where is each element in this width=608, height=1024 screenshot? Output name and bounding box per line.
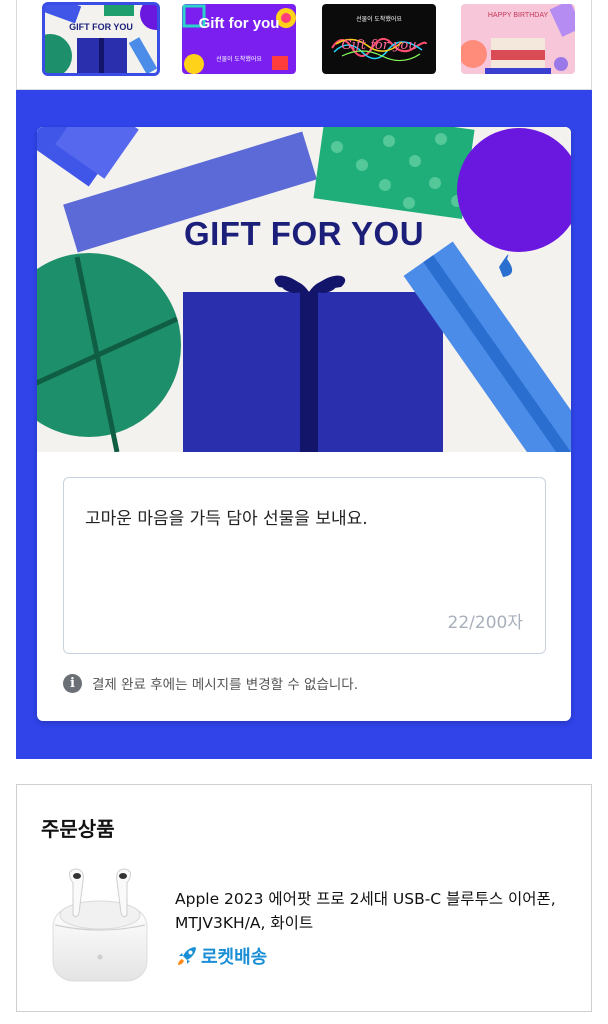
message-input[interactable]: 고마운 마음을 가득 담아 선물을 보내요. 22/200자 xyxy=(63,477,546,654)
gift-illustration xyxy=(37,127,571,452)
delivery-badge-label: 로켓배송 xyxy=(201,947,268,968)
message-text: 고마운 마음을 가득 담아 선물을 보내요. xyxy=(85,509,368,529)
char-counter: 22/200자 xyxy=(447,613,523,633)
product-image xyxy=(45,863,155,991)
card-design-picker: GIFT FOR YOU Gift for you 선물이 도착했어요 선물이 … xyxy=(16,0,592,90)
card-design-happy-birthday[interactable]: HAPPY BIRTHDAY xyxy=(461,4,575,74)
message-card: GIFT FOR YOU 고마운 마음을 가득 담아 선물을 보내요. 22/2… xyxy=(37,127,571,721)
card-design-gift-for-you[interactable]: GIFT FOR YOU xyxy=(42,2,160,76)
order-section-title: 주문상품 xyxy=(41,817,115,841)
card-design-label: GIFT FOR YOU xyxy=(69,22,133,32)
card-design-gift-for-you-art xyxy=(44,4,158,74)
notice-text: 결제 완료 후에는 메시지를 변경할 수 없습니다. xyxy=(92,677,359,693)
card-design-sublabel: 선물이 도착했어요 xyxy=(356,17,402,23)
order-product-section: 주문상품 Apple 2023 에어팟 프로 2세대 USB-C 블루투스 이어… xyxy=(16,784,592,1012)
message-card-editor: GIFT FOR YOU 고마운 마음을 가득 담아 선물을 보내요. 22/2… xyxy=(16,90,592,759)
message-notice: i 결제 완료 후에는 메시지를 변경할 수 없습니다. xyxy=(63,672,358,694)
card-design-gift-for-you-purple[interactable]: Gift for you 선물이 도착했어요 xyxy=(182,4,296,74)
card-design-sublabel: 선물이 도착했어요 xyxy=(216,57,262,63)
airpods-icon xyxy=(52,868,148,982)
rocket-delivery-badge: 로켓배송 xyxy=(175,943,267,969)
product-name: Apple 2023 에어팟 프로 2세대 USB-C 블루투스 이어폰, MT… xyxy=(175,890,556,932)
card-design-label: HAPPY BIRTHDAY xyxy=(487,12,549,19)
card-title: GIFT FOR YOU xyxy=(183,215,425,252)
card-design-gift-for-you-black[interactable]: 선물이 도착했어요 Gift for you xyxy=(322,4,436,74)
info-icon: i xyxy=(63,673,82,693)
card-hero-illustration: GIFT FOR YOU xyxy=(37,127,571,452)
rocket-icon xyxy=(178,947,196,965)
card-design-label: Gift for you xyxy=(341,38,417,53)
card-design-label: Gift for you xyxy=(198,15,280,32)
